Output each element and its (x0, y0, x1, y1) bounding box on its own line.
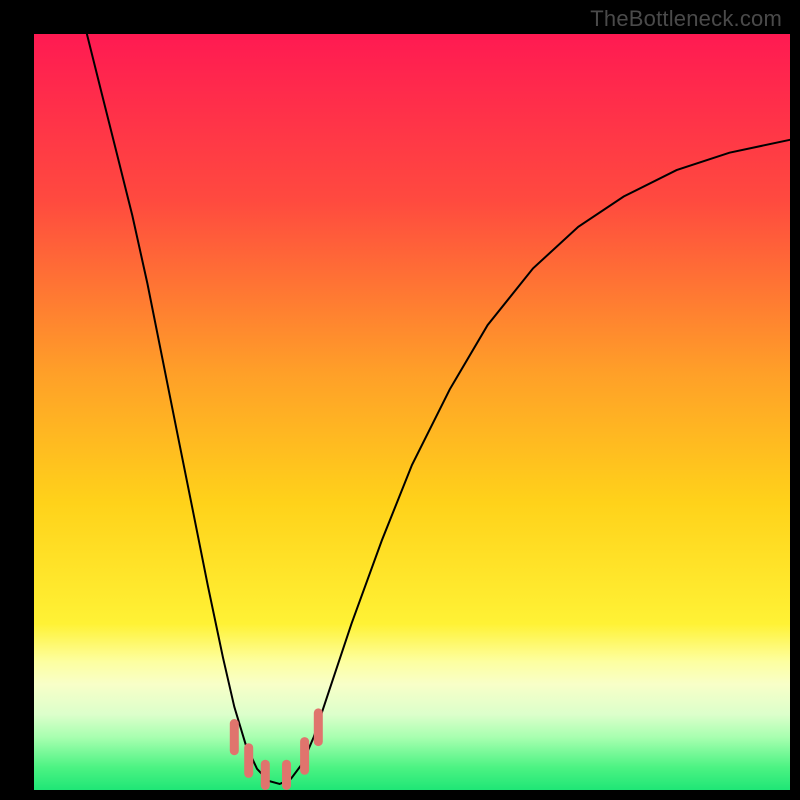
chart-stage: TheBottleneck.com (0, 0, 800, 800)
bottleneck-chart (0, 0, 800, 800)
watermark-text: TheBottleneck.com (590, 6, 782, 32)
plot-background (34, 34, 790, 790)
